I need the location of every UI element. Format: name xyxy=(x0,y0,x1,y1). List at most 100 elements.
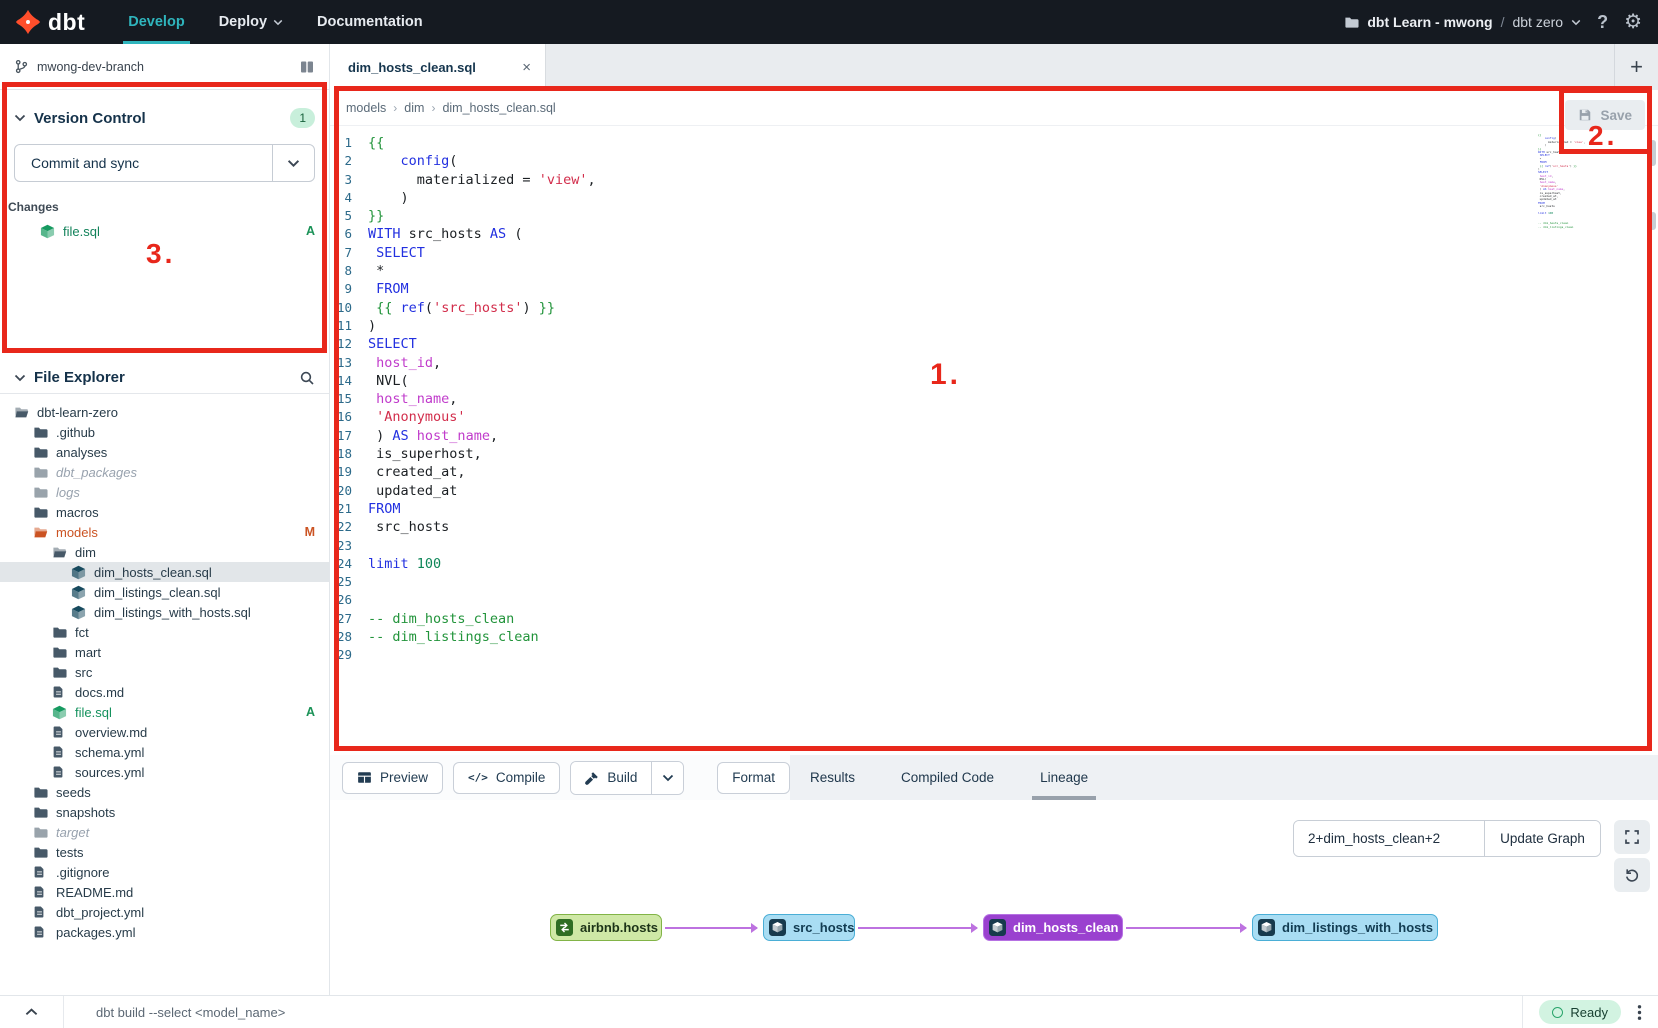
code-line-29[interactable]: 29 xyxy=(330,646,1658,664)
build-button[interactable]: Build xyxy=(571,762,651,794)
tree-item-macros[interactable]: macros xyxy=(0,502,329,522)
tree-item-analyses[interactable]: analyses xyxy=(0,442,329,462)
tree-item-dim-hosts-clean-sql[interactable]: dim_hosts_clean.sql xyxy=(0,562,329,582)
dbt-brand[interactable]: dbt xyxy=(0,8,111,36)
code-line-13[interactable]: 13 host_id, xyxy=(330,354,1658,372)
code-line-5[interactable]: 5}} xyxy=(330,207,1658,225)
code-line-27[interactable]: 27-- dim_hosts_clean xyxy=(330,610,1658,628)
tab-lineage[interactable]: Lineage xyxy=(1040,755,1088,800)
tab-dim-hosts-clean[interactable]: dim_hosts_clean.sql × xyxy=(330,44,546,90)
code-line-18[interactable]: 18 is_superhost, xyxy=(330,445,1658,463)
tree-item-src[interactable]: src xyxy=(0,662,329,682)
code-line-24[interactable]: 24limit 100 xyxy=(330,555,1658,573)
code-line-21[interactable]: 21FROM xyxy=(330,500,1658,518)
gear-icon[interactable]: ⚙ xyxy=(1624,12,1642,32)
reading-mode-icon[interactable] xyxy=(299,59,315,75)
tree-item-dim-listings-clean-sql[interactable]: dim_listings_clean.sql xyxy=(0,582,329,602)
code-text: src_hosts xyxy=(1538,205,1555,208)
project-selector[interactable]: dbt Learn - mwong / dbt zero xyxy=(1344,14,1581,30)
reset-view-button[interactable] xyxy=(1614,858,1650,892)
update-graph-button[interactable]: Update Graph xyxy=(1484,821,1600,856)
lineage-node-dim-listings-with-hosts[interactable]: dim_listings_with_hosts xyxy=(1252,914,1438,941)
version-control-header[interactable]: Version Control 1 xyxy=(0,102,329,134)
preview-button[interactable]: Preview xyxy=(342,762,443,794)
menu-develop[interactable]: Develop xyxy=(111,0,201,44)
code-line-2[interactable]: 2 config( xyxy=(330,152,1658,170)
lineage-selector-input[interactable] xyxy=(1294,821,1484,856)
minimap-slider[interactable] xyxy=(1650,212,1656,230)
commit-and-sync-button[interactable]: Commit and sync xyxy=(14,144,315,182)
commit-options-dropdown[interactable] xyxy=(272,145,314,181)
code-line-26[interactable]: 26 xyxy=(330,591,1658,609)
tree-item-schema-yml[interactable]: schema.yml xyxy=(0,742,329,762)
tree-item-dim-listings-with-hosts-sql[interactable]: dim_listings_with_hosts.sql xyxy=(0,602,329,622)
minimap[interactable]: {{ config( materialized = 'view', )}}WIT… xyxy=(1538,134,1580,232)
file-explorer-header[interactable]: File Explorer xyxy=(0,362,329,394)
tree-item-sources-yml[interactable]: sources.yml xyxy=(0,762,329,782)
tree-item-logs[interactable]: logs xyxy=(0,482,329,502)
code-line-3[interactable]: 3 materialized = 'view', xyxy=(330,171,1658,189)
breadcrumb-models[interactable]: models xyxy=(346,101,386,115)
tree-item--gitignore[interactable]: .gitignore xyxy=(0,862,329,882)
code-line-9[interactable]: 9 FROM xyxy=(330,280,1658,298)
lineage-node-airbnb-hosts[interactable]: airbnb.hosts xyxy=(550,914,662,941)
code-line-28[interactable]: 28-- dim_listings_clean xyxy=(330,628,1658,646)
tab-results[interactable]: Results xyxy=(810,755,855,800)
help-icon[interactable]: ? xyxy=(1597,12,1608,33)
tree-item-mart[interactable]: mart xyxy=(0,642,329,662)
fullscreen-button[interactable] xyxy=(1614,820,1650,854)
kebab-menu-icon[interactable] xyxy=(1637,1004,1642,1021)
code-line-6[interactable]: 6WITH src_hosts AS ( xyxy=(330,225,1658,243)
code-area[interactable]: 1{{2 config(3 materialized = 'view',4 )5… xyxy=(330,126,1658,665)
code-line-1[interactable]: 1{{ xyxy=(330,134,1658,152)
code-line-16[interactable]: 16 'Anonymous' xyxy=(330,408,1658,426)
build-dropdown-button[interactable] xyxy=(651,762,683,794)
code-line-22[interactable]: 22 src_hosts xyxy=(330,518,1658,536)
close-icon[interactable]: × xyxy=(522,59,531,76)
tree-item-dim[interactable]: dim xyxy=(0,542,329,562)
code-line-25[interactable]: 25 xyxy=(330,573,1658,591)
tree-item-target[interactable]: target xyxy=(0,822,329,842)
tree-item--github[interactable]: .github xyxy=(0,422,329,442)
tree-item-tests[interactable]: tests xyxy=(0,842,329,862)
save-button[interactable]: Save xyxy=(1565,100,1645,130)
code-line-7[interactable]: 7 SELECT xyxy=(330,244,1658,262)
code-line-12[interactable]: 12SELECT xyxy=(330,335,1658,353)
code-line-11[interactable]: 11) xyxy=(330,317,1658,335)
tree-item-seeds[interactable]: seeds xyxy=(0,782,329,802)
search-icon[interactable] xyxy=(299,370,315,386)
code-line-15[interactable]: 15 host_name, xyxy=(330,390,1658,408)
compile-button[interactable]: </> Compile xyxy=(453,762,560,794)
tree-item-packages-yml[interactable]: packages.yml xyxy=(0,922,329,942)
lineage-node-dim-hosts-clean[interactable]: dim_hosts_clean xyxy=(983,914,1123,941)
editor-scrollbar[interactable] xyxy=(1650,140,1656,166)
tree-item-docs-md[interactable]: docs.md xyxy=(0,682,329,702)
tree-item-file-sql[interactable]: file.sqlA xyxy=(0,702,329,722)
tree-item-dbt-packages[interactable]: dbt_packages xyxy=(0,462,329,482)
code-line-19[interactable]: 19 created_at, xyxy=(330,463,1658,481)
menu-documentation[interactable]: Documentation xyxy=(300,0,440,44)
command-input[interactable] xyxy=(64,1005,1522,1020)
tree-item-overview-md[interactable]: overview.md xyxy=(0,722,329,742)
menu-deploy[interactable]: Deploy xyxy=(202,0,300,44)
code-line-4[interactable]: 4 ) xyxy=(330,189,1658,207)
code-line-17[interactable]: 17 ) AS host_name, xyxy=(330,427,1658,445)
tab-compiled-code[interactable]: Compiled Code xyxy=(901,755,994,800)
new-tab-button[interactable]: + xyxy=(1614,44,1658,90)
changed-file-row[interactable]: file.sql A xyxy=(0,218,329,244)
code-line-10[interactable]: 10 {{ ref('src_hosts') }} xyxy=(330,299,1658,317)
tree-item-dbt-learn-zero[interactable]: dbt-learn-zero xyxy=(0,402,329,422)
tree-item-models[interactable]: modelsM xyxy=(0,522,329,542)
tree-item-readme-md[interactable]: README.md xyxy=(0,882,329,902)
code-line-23[interactable]: 23 xyxy=(330,537,1658,555)
tree-item-snapshots[interactable]: snapshots xyxy=(0,802,329,822)
code-line-20[interactable]: 20 updated_at xyxy=(330,482,1658,500)
breadcrumb-dim[interactable]: dim xyxy=(404,101,424,115)
code-line-14[interactable]: 14 NVL( xyxy=(330,372,1658,390)
format-button[interactable]: Format xyxy=(717,762,790,794)
lineage-node-src-hosts[interactable]: src_hosts xyxy=(763,914,855,941)
chevron-up-icon[interactable] xyxy=(0,996,64,1028)
tree-item-fct[interactable]: fct xyxy=(0,622,329,642)
code-line-8[interactable]: 8 * xyxy=(330,262,1658,280)
tree-item-dbt-project-yml[interactable]: dbt_project.yml xyxy=(0,902,329,922)
